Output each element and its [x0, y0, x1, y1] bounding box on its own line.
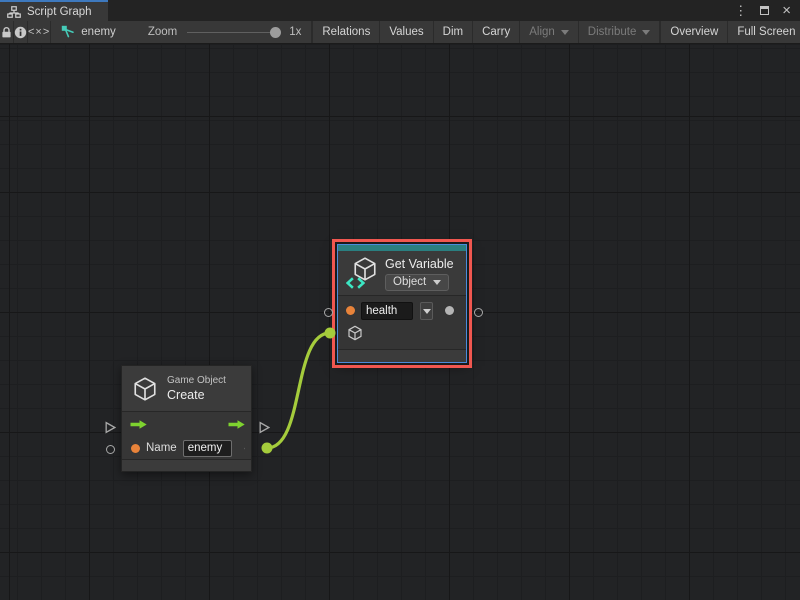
window-controls: ⋮ ×	[734, 0, 800, 21]
dropdown-caret-icon	[561, 30, 569, 35]
code-toggle-icon: <×>	[28, 26, 50, 38]
button-label: Values	[389, 26, 423, 38]
toolbar-button-relations[interactable]: Relations	[312, 21, 379, 43]
toolbar-button-align[interactable]: Align	[519, 21, 578, 43]
zoom-control: Zoom 1x	[148, 26, 302, 38]
maximize-icon[interactable]	[760, 6, 769, 15]
toolbar: <×> enemy Zoom 1x Relations Values Dim C…	[0, 21, 800, 44]
button-label: Overview	[670, 26, 718, 38]
toolbar-button-values[interactable]: Values	[379, 21, 432, 43]
button-label: Carry	[482, 26, 510, 38]
graph-name: enemy	[81, 26, 116, 38]
close-icon[interactable]: ×	[782, 3, 791, 18]
titlebar-spacer	[108, 0, 735, 21]
tab-title: Script Graph	[27, 6, 92, 18]
zoom-value: 1x	[289, 26, 301, 38]
button-label: Align	[529, 26, 555, 38]
window-menu-icon[interactable]: ⋮	[734, 4, 747, 17]
button-label: Dim	[443, 26, 463, 38]
titlebar: Script Graph ⋮ ×	[0, 0, 800, 21]
tab-script-graph[interactable]: Script Graph	[0, 0, 108, 21]
toolbar-button-carry[interactable]: Carry	[472, 21, 519, 43]
toolbar-button-dim[interactable]: Dim	[433, 21, 472, 43]
graph-hierarchy-icon	[7, 6, 21, 18]
script-graph-icon	[61, 25, 75, 39]
zoom-slider-track	[187, 32, 279, 33]
dropdown-caret-icon	[642, 30, 650, 35]
button-label: Full Screen	[737, 26, 795, 38]
inspector-button[interactable]	[14, 21, 28, 43]
wire-source-port-dot[interactable]	[262, 443, 273, 454]
connection-values-toggle[interactable]: <×>	[28, 21, 51, 43]
graph-breadcrumb[interactable]: enemy	[61, 25, 116, 39]
zoom-slider-handle[interactable]	[270, 27, 281, 38]
zoom-label: Zoom	[148, 26, 177, 38]
wire-layer	[0, 44, 800, 600]
wire-target-port-dot[interactable]	[325, 328, 336, 339]
lock-button[interactable]	[0, 21, 14, 43]
lock-icon	[0, 26, 13, 39]
toolbar-button-overview[interactable]: Overview	[660, 21, 727, 43]
graph-toolbar-section: enemy Zoom 1x	[51, 21, 312, 43]
connection-wire[interactable]	[267, 333, 330, 448]
button-label: Distribute	[588, 26, 637, 38]
toolbar-button-fullscreen[interactable]: Full Screen	[727, 21, 800, 43]
info-icon	[14, 26, 27, 39]
graph-canvas[interactable]: Game Object Create Name	[0, 44, 800, 600]
zoom-slider[interactable]	[187, 27, 279, 38]
toolbar-button-distribute[interactable]: Distribute	[578, 21, 660, 43]
button-label: Relations	[322, 26, 370, 38]
